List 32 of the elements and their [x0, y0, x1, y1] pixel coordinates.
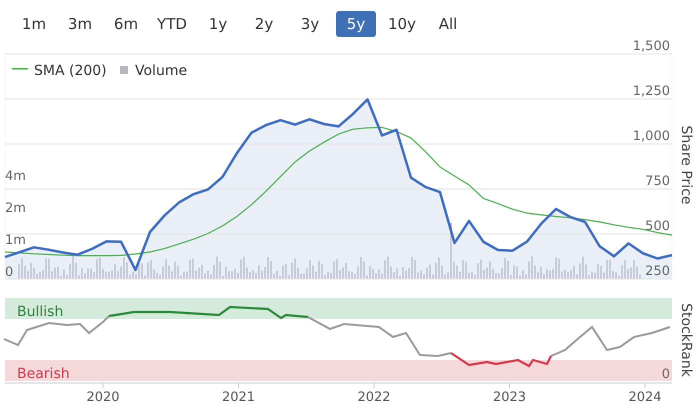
range-button[interactable]: 6m	[106, 11, 146, 37]
range-button[interactable]: 10y	[382, 11, 422, 37]
volume-axis-label: 2m	[5, 201, 26, 216]
range-button[interactable]: 2y	[244, 11, 284, 37]
price-axis-label: 1,500	[632, 39, 670, 54]
year-axis-label: 2023	[492, 390, 526, 405]
year-axis-label: 2024	[628, 390, 662, 405]
range-button[interactable]: 3m	[60, 11, 100, 37]
range-button[interactable]: 5y	[336, 11, 376, 37]
axis-title: Share Price	[678, 126, 694, 204]
axis-title: StockRank	[678, 303, 694, 377]
legend-label[interactable]: Volume	[135, 63, 188, 79]
year-axis-label: 2020	[86, 390, 120, 405]
price-axis-label: 1,000	[632, 129, 670, 144]
range-button[interactable]: 1m	[14, 11, 54, 37]
range-button[interactable]: 3y	[290, 11, 330, 37]
year-axis-label: 2022	[357, 390, 391, 405]
bearish-label: Bearish	[17, 366, 70, 382]
bullish-label: Bullish	[17, 304, 64, 320]
range-button[interactable]: YTD	[152, 11, 192, 37]
volume-axis-label: 0	[5, 265, 14, 280]
legend-label[interactable]: SMA (200)	[34, 63, 107, 79]
price-axis-label: 250	[645, 264, 670, 279]
range-button[interactable]: 1y	[198, 11, 238, 37]
stockrank-axis-label: 0	[662, 367, 670, 382]
volume-axis-label: 1m	[5, 233, 26, 248]
range-button[interactable]: All	[428, 11, 468, 37]
price-axis-label: 750	[645, 174, 670, 189]
price-axis-label: 1,250	[632, 84, 670, 99]
price-axis-label: 500	[645, 219, 670, 234]
year-axis-label: 2021	[222, 390, 256, 405]
volume-axis-label: 4m	[5, 169, 26, 184]
